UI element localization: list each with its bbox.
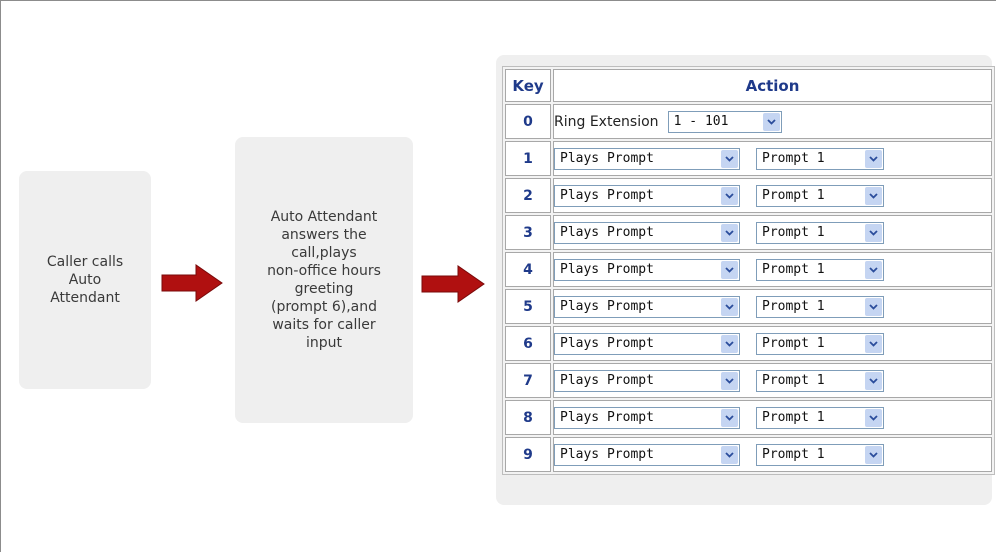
action-select[interactable]: Plays Prompt xyxy=(554,369,740,392)
chevron-down-icon[interactable] xyxy=(865,408,882,427)
action-cell: Plays Prompt Prompt 1 xyxy=(553,363,992,398)
chevron-down-icon[interactable] xyxy=(865,334,882,353)
arrow-1-icon xyxy=(161,264,223,302)
prompt-select[interactable]: Prompt 1 xyxy=(756,406,884,429)
action-cell: Plays Prompt Prompt 1 xyxy=(553,437,992,472)
action-select[interactable]: Plays Prompt xyxy=(554,184,740,207)
table-row: 0 Ring Extension 1 - 101 xyxy=(505,104,992,139)
table-header-row: Key Action xyxy=(505,69,992,102)
action-select-value: Plays Prompt xyxy=(560,373,654,388)
key-cell: 2 xyxy=(505,178,551,213)
key-cell: 4 xyxy=(505,252,551,287)
table-row: 7 Plays Prompt Prompt 1 xyxy=(505,363,992,398)
action-select-value: Plays Prompt xyxy=(560,151,654,166)
auto-attendant-box-text: Auto Attendant answers the call,plays no… xyxy=(267,209,381,351)
prompt-select[interactable]: Prompt 1 xyxy=(756,258,884,281)
caller-box: Caller calls Auto Attendant xyxy=(19,171,151,389)
action-select-value: Plays Prompt xyxy=(560,447,654,462)
chevron-down-icon[interactable] xyxy=(865,186,882,205)
key-cell: 3 xyxy=(505,215,551,250)
action-cell: Plays Prompt Prompt 1 xyxy=(553,400,992,435)
header-key: Key xyxy=(505,69,551,102)
prompt-select[interactable]: Prompt 1 xyxy=(756,221,884,244)
chevron-down-icon[interactable] xyxy=(865,445,882,464)
action-select[interactable]: Plays Prompt xyxy=(554,332,740,355)
action-select-value: Plays Prompt xyxy=(560,188,654,203)
prompt-select[interactable]: Prompt 1 xyxy=(756,332,884,355)
prompt-select-value: Prompt 1 xyxy=(762,336,825,351)
chevron-down-icon[interactable] xyxy=(721,408,738,427)
key-cell: 0 xyxy=(505,104,551,139)
prompt-select-value: Prompt 1 xyxy=(762,299,825,314)
prompt-select[interactable]: Prompt 1 xyxy=(756,443,884,466)
key-cell: 5 xyxy=(505,289,551,324)
table-row: 8 Plays Prompt Prompt 1 xyxy=(505,400,992,435)
table-row: 4 Plays Prompt Prompt 1 xyxy=(505,252,992,287)
key-cell: 9 xyxy=(505,437,551,472)
chevron-down-icon[interactable] xyxy=(721,371,738,390)
ring-extension-label: Ring Extension xyxy=(554,113,659,130)
action-select[interactable]: Plays Prompt xyxy=(554,406,740,429)
chevron-down-icon[interactable] xyxy=(865,371,882,390)
extension-select[interactable]: 1 - 101 xyxy=(667,110,782,133)
table-row: 1 Plays Prompt Prompt 1 xyxy=(505,141,992,176)
action-cell: Plays Prompt Prompt 1 xyxy=(553,289,992,324)
action-cell: Plays Prompt Prompt 1 xyxy=(553,326,992,361)
prompt-select-value: Prompt 1 xyxy=(762,262,825,277)
chevron-down-icon[interactable] xyxy=(721,334,738,353)
chevron-down-icon[interactable] xyxy=(762,112,780,131)
extension-select-value: 1 - 101 xyxy=(673,114,729,129)
action-cell: Plays Prompt Prompt 1 xyxy=(553,141,992,176)
action-select-value: Plays Prompt xyxy=(560,262,654,277)
action-select[interactable]: Plays Prompt xyxy=(554,258,740,281)
chevron-down-icon[interactable] xyxy=(865,297,882,316)
prompt-select-value: Prompt 1 xyxy=(762,410,825,425)
table-row: 6 Plays Prompt Prompt 1 xyxy=(505,326,992,361)
key-action-table: Key Action 0 Ring Extension 1 - 101 1 Pla… xyxy=(502,66,995,475)
action-cell: Plays Prompt Prompt 1 xyxy=(553,215,992,250)
prompt-select[interactable]: Prompt 1 xyxy=(756,184,884,207)
table-row: 2 Plays Prompt Prompt 1 xyxy=(505,178,992,213)
action-select[interactable]: Plays Prompt xyxy=(554,147,740,170)
action-select[interactable]: Plays Prompt xyxy=(554,221,740,244)
action-select[interactable]: Plays Prompt xyxy=(554,295,740,318)
arrow-2-icon xyxy=(421,265,485,303)
prompt-select-value: Prompt 1 xyxy=(762,151,825,166)
chevron-down-icon[interactable] xyxy=(721,260,738,279)
table-row: 9 Plays Prompt Prompt 1 xyxy=(505,437,992,472)
key-cell: 1 xyxy=(505,141,551,176)
header-action: Action xyxy=(553,69,992,102)
action-select[interactable]: Plays Prompt xyxy=(554,443,740,466)
action-select-value: Plays Prompt xyxy=(560,225,654,240)
action-cell: Ring Extension 1 - 101 xyxy=(553,104,992,139)
prompt-select-value: Prompt 1 xyxy=(762,447,825,462)
prompt-select-value: Prompt 1 xyxy=(762,373,825,388)
key-cell: 6 xyxy=(505,326,551,361)
chevron-down-icon[interactable] xyxy=(721,186,738,205)
action-select-value: Plays Prompt xyxy=(560,299,654,314)
table-row: 3 Plays Prompt Prompt 1 xyxy=(505,215,992,250)
key-cell: 8 xyxy=(505,400,551,435)
action-cell: Plays Prompt Prompt 1 xyxy=(553,252,992,287)
prompt-select[interactable]: Prompt 1 xyxy=(756,295,884,318)
table-row: 5 Plays Prompt Prompt 1 xyxy=(505,289,992,324)
chevron-down-icon[interactable] xyxy=(721,297,738,316)
prompt-select[interactable]: Prompt 1 xyxy=(756,147,884,170)
chevron-down-icon[interactable] xyxy=(721,149,738,168)
chevron-down-icon[interactable] xyxy=(865,223,882,242)
auto-attendant-box: Auto Attendant answers the call,plays no… xyxy=(235,137,413,423)
action-select-value: Plays Prompt xyxy=(560,336,654,351)
prompt-select[interactable]: Prompt 1 xyxy=(756,369,884,392)
caller-box-text: Caller calls Auto Attendant xyxy=(46,254,124,306)
action-cell: Plays Prompt Prompt 1 xyxy=(553,178,992,213)
prompt-select-value: Prompt 1 xyxy=(762,188,825,203)
chevron-down-icon[interactable] xyxy=(865,149,882,168)
action-select-value: Plays Prompt xyxy=(560,410,654,425)
chevron-down-icon[interactable] xyxy=(721,445,738,464)
prompt-select-value: Prompt 1 xyxy=(762,225,825,240)
chevron-down-icon[interactable] xyxy=(865,260,882,279)
chevron-down-icon[interactable] xyxy=(721,223,738,242)
key-cell: 7 xyxy=(505,363,551,398)
